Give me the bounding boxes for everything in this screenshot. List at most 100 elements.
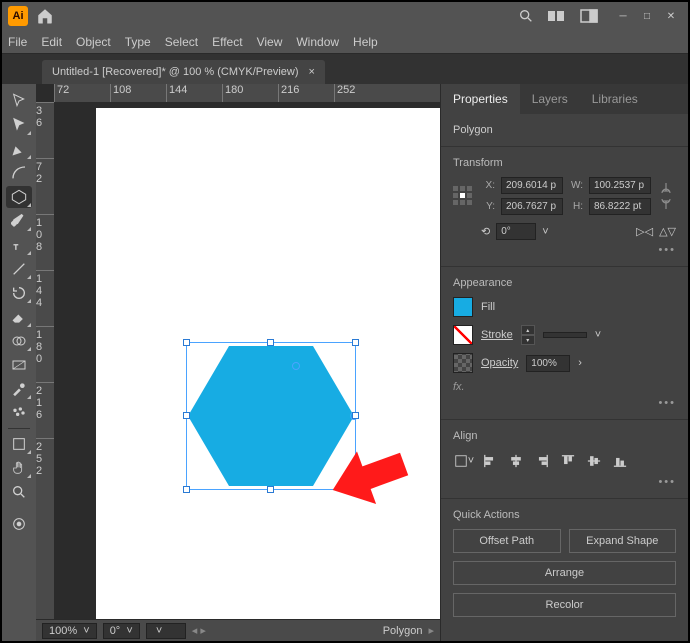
opacity-value[interactable]: 100% (526, 355, 570, 372)
ruler-horizontal[interactable]: 72108144180216252 (54, 84, 440, 102)
curvature-tool[interactable] (6, 162, 32, 184)
opacity-dropdown[interactable]: › (578, 357, 582, 369)
artboard-tool[interactable] (6, 433, 32, 455)
rotation-dropdown[interactable]: ˅ (542, 226, 548, 238)
align-bottom-icon[interactable] (609, 450, 631, 472)
menu-help[interactable]: Help (353, 35, 378, 49)
eraser-tool[interactable] (6, 306, 32, 328)
artboard-nav[interactable]: ˅ (146, 623, 186, 639)
recolor-button[interactable]: Recolor (453, 593, 676, 617)
stroke-weight[interactable] (543, 332, 587, 338)
pen-tool[interactable] (6, 138, 32, 160)
close-button[interactable]: ✕ (660, 8, 682, 24)
resize-handle[interactable] (183, 339, 190, 346)
app-icon[interactable]: Ai (8, 6, 28, 26)
tab-properties[interactable]: Properties (441, 84, 520, 114)
align-hcenter-icon[interactable] (505, 450, 527, 472)
eyedropper-tool[interactable] (6, 378, 32, 400)
arrange-button[interactable]: Arrange (453, 561, 676, 585)
search-icon[interactable] (518, 8, 534, 24)
stroke-label: Stroke (481, 329, 513, 341)
paintbrush-tool[interactable] (6, 210, 32, 232)
more-options-icon[interactable]: ••• (453, 476, 676, 488)
symbol-sprayer-tool[interactable] (6, 402, 32, 424)
document-tabs: Untitled-1 [Recovered]* @ 100 % (CMYK/Pr… (2, 54, 688, 84)
menu-window[interactable]: Window (296, 35, 339, 49)
link-wh-icon[interactable] (659, 181, 673, 211)
menu-view[interactable]: View (257, 35, 283, 49)
transform-y[interactable]: 206.7627 p (501, 198, 563, 215)
document-tab[interactable]: Untitled-1 [Recovered]* @ 100 % (CMYK/Pr… (42, 60, 325, 84)
tab-libraries[interactable]: Libraries (580, 84, 650, 114)
gradient-tool[interactable] (6, 354, 32, 376)
stroke-weight-stepper[interactable]: ▴▾ (521, 325, 535, 345)
appearance-section: Appearance Fill Stroke ▴▾ ˅ Opacity 100% (441, 267, 688, 420)
menubar: File Edit Object Type Select Effect View… (2, 30, 688, 54)
minimize-button[interactable]: ─ (612, 8, 634, 24)
home-icon[interactable] (36, 7, 54, 25)
tab-title: Untitled-1 [Recovered]* @ 100 % (CMYK/Pr… (52, 66, 299, 78)
zoom-field[interactable]: 100% ˅ (42, 623, 97, 639)
more-options-icon[interactable]: ••• (453, 397, 676, 409)
reference-point[interactable] (453, 186, 473, 206)
workspace-icon[interactable] (580, 9, 598, 23)
canvas[interactable]: 72108144180216252 3672108144180216252 (36, 84, 440, 619)
canvas-area: 72108144180216252 3672108144180216252 (36, 84, 440, 641)
stroke-swatch[interactable] (453, 325, 473, 345)
maximize-button[interactable]: □ (636, 8, 658, 24)
align-vcenter-icon[interactable] (583, 450, 605, 472)
fill-label: Fill (481, 301, 495, 313)
tab-close-icon[interactable]: × (309, 66, 315, 78)
rotation-field[interactable]: 0° (496, 223, 536, 240)
fill-swatch[interactable] (453, 297, 473, 317)
menu-effect[interactable]: Effect (212, 35, 242, 49)
transform-section: Transform X: 209.6014 p W: 100.2537 p Y:… (441, 147, 688, 267)
app-window: Ai ─ □ ✕ File Edit Object Type Select Ef… (0, 0, 690, 643)
align-section: Align ˅ ••• (441, 420, 688, 499)
menu-file[interactable]: File (8, 35, 27, 49)
align-top-icon[interactable] (557, 450, 579, 472)
menu-select[interactable]: Select (165, 35, 198, 49)
menu-edit[interactable]: Edit (41, 35, 62, 49)
line-tool[interactable] (6, 258, 32, 280)
direct-selection-tool[interactable] (6, 114, 32, 136)
menu-object[interactable]: Object (76, 35, 111, 49)
resize-handle[interactable] (267, 339, 274, 346)
selection-tool[interactable] (6, 90, 32, 112)
titlebar: Ai ─ □ ✕ (2, 2, 688, 30)
expand-shape-button[interactable]: Expand Shape (569, 529, 677, 553)
fx-label[interactable]: fx. (453, 381, 676, 393)
resize-handle[interactable] (352, 339, 359, 346)
more-options-icon[interactable]: ••• (453, 244, 676, 256)
type-tool[interactable]: T (6, 234, 32, 256)
stroke-dropdown[interactable]: ˅ (595, 329, 601, 341)
polygon-tool[interactable] (6, 186, 32, 208)
menu-type[interactable]: Type (125, 35, 151, 49)
hand-tool[interactable] (6, 457, 32, 479)
offset-path-button[interactable]: Offset Path (453, 529, 561, 553)
drawing-mode-icon[interactable] (6, 513, 32, 535)
resize-handle[interactable] (267, 486, 274, 493)
selection-bounding-box[interactable] (186, 342, 356, 490)
transform-x[interactable]: 209.6014 p (501, 177, 563, 194)
svg-text:T: T (14, 243, 19, 252)
resize-handle[interactable] (183, 486, 190, 493)
tab-layers[interactable]: Layers (520, 84, 580, 114)
opacity-swatch[interactable] (453, 353, 473, 373)
zoom-tool[interactable] (6, 481, 32, 503)
transform-h[interactable]: 86.8222 pt (589, 198, 651, 215)
shape-builder-tool[interactable] (6, 330, 32, 352)
align-left-icon[interactable] (479, 450, 501, 472)
ruler-vertical[interactable]: 3672108144180216252 (36, 102, 54, 619)
status-shape: Polygon (383, 625, 423, 637)
flip-h-icon[interactable]: ▷◁ (636, 225, 653, 238)
align-to-dropdown[interactable]: ˅ (453, 450, 475, 472)
arrange-docs-icon[interactable] (548, 9, 566, 23)
resize-handle[interactable] (352, 412, 359, 419)
rotation-field[interactable]: 0° ˅ (103, 623, 140, 639)
transform-w[interactable]: 100.2537 p (589, 177, 651, 194)
flip-v-icon[interactable]: △▽ (659, 225, 676, 238)
resize-handle[interactable] (183, 412, 190, 419)
rotate-tool[interactable] (6, 282, 32, 304)
align-right-icon[interactable] (531, 450, 553, 472)
